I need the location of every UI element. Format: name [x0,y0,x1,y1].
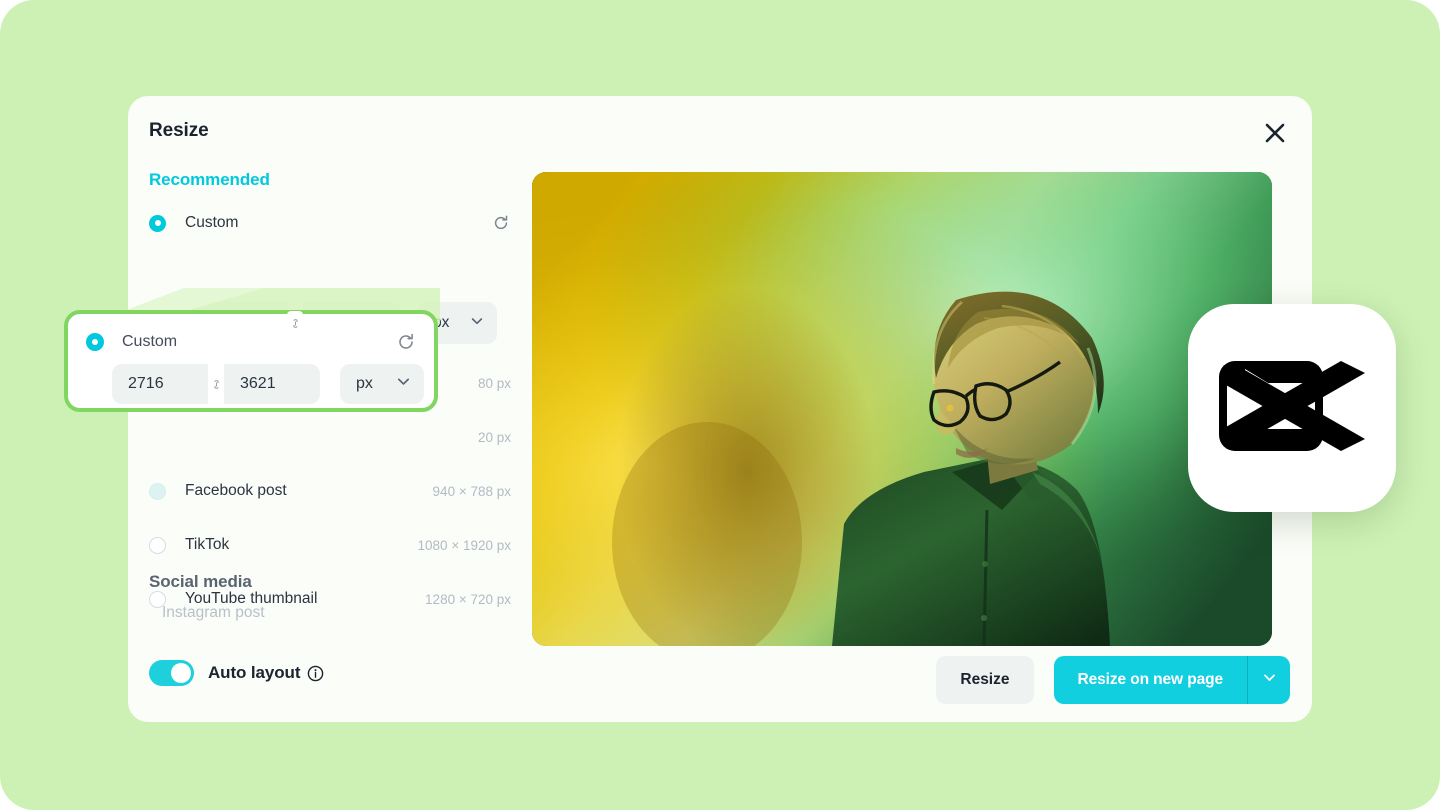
chevron-down-icon [469,313,485,334]
preset-label: Facebook post [185,482,287,499]
link-dimensions-icon[interactable] [287,311,303,335]
preset-row-facebook-post[interactable]: Facebook post 940 × 788 px [149,476,511,506]
magnified-reset-icon[interactable] [396,332,416,352]
auto-layout-toggle[interactable] [149,660,194,686]
image-preview [532,172,1272,646]
resize-on-new-page-group[interactable]: Resize on new page [1053,656,1290,704]
chevron-down-icon [1261,669,1278,691]
magnified-radio-custom[interactable] [86,333,104,351]
reset-icon[interactable] [491,213,511,233]
preset-label: TikTok [185,536,230,553]
preset-dimensions: 940 × 788 px [432,483,511,499]
radio-facebook-post[interactable] [149,482,166,500]
preset-dimensions: 1280 × 720 px [425,591,511,607]
auto-layout-control: Auto layout [149,660,324,686]
resize-options-dropdown[interactable] [1248,656,1290,704]
resize-button[interactable]: Resize [936,656,1034,704]
preset-row-instagram-post[interactable]: Instagram post [162,604,265,622]
magnified-height-input[interactable]: 3621 [224,364,320,404]
preset-label-custom: Custom [185,214,239,231]
resize-on-new-page-button[interactable]: Resize on new page [1054,656,1248,704]
magnified-preset-label: Custom [122,333,178,350]
preset-row-occluded-2[interactable]: 20 px [149,422,511,452]
magnified-unit-value: px [356,375,373,392]
preset-row-custom[interactable]: Custom [149,208,511,238]
magnified-size-row: 2716 3621 px [112,364,424,404]
magnified-preset-row-custom[interactable]: Custom [86,330,416,354]
radio-custom[interactable] [149,214,166,232]
dialog-footer: Auto layout Resize Resize on new page [128,644,1312,722]
page-title: Resize [149,120,209,141]
magnified-unit-select[interactable]: px [340,364,424,404]
preset-dimensions: 20 px [477,429,511,445]
close-icon [1262,120,1288,146]
magnified-link-dimensions-icon[interactable] [208,372,224,396]
chevron-down-icon [395,373,412,395]
preview-artwork [532,172,1272,646]
section-heading-social-media: Social media [149,572,252,591]
radio-tiktok[interactable] [149,536,166,554]
capcut-logo-icon [1217,347,1367,470]
magnified-custom-row-callout: Custom 2716 3621 px [64,310,438,412]
close-button[interactable] [1256,114,1294,152]
preset-dimensions: 80 px [477,375,511,391]
info-icon[interactable] [307,665,324,682]
preset-row-tiktok[interactable]: TikTok 1080 × 1920 px [149,530,511,560]
preset-dimensions: 1080 × 1920 px [417,537,511,553]
capcut-logo-badge [1188,304,1396,512]
section-heading-recommended: Recommended [149,170,270,189]
footer-actions: Resize Resize on new page [936,656,1290,704]
magnified-width-input[interactable]: 2716 [112,364,208,404]
auto-layout-label: Auto layout [208,663,301,682]
